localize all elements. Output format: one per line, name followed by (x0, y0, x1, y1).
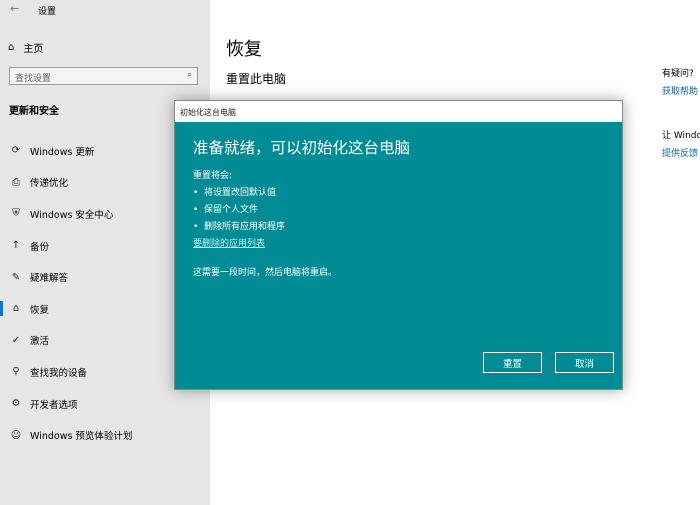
nav-label: Windows 安全中心 (30, 209, 114, 221)
dialog-intro: 重置将会: (193, 171, 233, 181)
nav-label: 开发者选项 (30, 399, 78, 411)
nav-label: 备份 (30, 241, 50, 253)
insider-icon: ☺ (10, 429, 22, 441)
location-icon: ⚲ (12, 366, 20, 378)
backup-icon: ↑ (11, 240, 21, 252)
feedback-link[interactable]: 提供反馈 (662, 146, 698, 159)
search-input[interactable]: 查找设置 ⌕ (9, 67, 198, 85)
nav-label: Windows 更新 (30, 146, 95, 158)
feedback-label: 让 Windows (662, 131, 700, 141)
home-icon: ⌂ (8, 42, 15, 53)
shield-icon: ⛨ (12, 208, 20, 220)
bullet-text: 保留个人文件 (204, 205, 259, 215)
apps-to-remove-link[interactable]: 要删除的应用列表 (193, 236, 604, 253)
section-heading: 更新和安全 (9, 106, 59, 117)
check-circle-icon: ✓ (11, 334, 21, 346)
bullet-text: 将设置改回默认值 (204, 188, 277, 198)
nav-label: 恢复 (30, 304, 50, 316)
nav-label: 激活 (30, 336, 50, 348)
developer-icon: ⚙ (11, 398, 21, 410)
recovery-icon: ⌂ (12, 303, 20, 315)
refresh-icon: ⟳ (11, 145, 21, 157)
home-label: 主页 (23, 44, 44, 55)
section-title: 重置此电脑 (226, 72, 287, 86)
dialog-heading: 准备就绪，可以初始化这台电脑 (193, 139, 411, 157)
nav-label: 疑难解答 (30, 273, 69, 285)
page-title: 恢复 (226, 39, 262, 60)
sidebar-item-developer[interactable]: ⚙ 开发者选项 (0, 388, 210, 420)
search-icon: ⌕ (186, 70, 192, 80)
bullet-item: • 删除所有应用和程序 (193, 222, 286, 232)
home-link[interactable]: ⌂ 主页 (8, 40, 43, 55)
back-button[interactable]: ← (10, 2, 19, 15)
dialog-title: 初始化这台电脑 (175, 101, 622, 122)
bullet-item: • 保留个人文件 (193, 205, 259, 215)
nav-label: 传递优化 (30, 178, 69, 190)
bullet-text: 删除所有应用和程序 (204, 222, 286, 232)
search-placeholder: 查找设置 (15, 74, 52, 84)
reset-dialog: 初始化这台电脑 准备就绪，可以初始化这台电脑 重置将会: • 将设置改回默认值 … (174, 100, 623, 390)
cancel-button[interactable]: 取消 (555, 352, 614, 373)
nav-label: 查找我的设备 (30, 367, 88, 379)
wrench-icon: ✎ (11, 271, 21, 283)
nav-label: Windows 预览体验计划 (30, 431, 133, 443)
dialog-note: 这需要一段时间，然后电脑将重启。 (193, 268, 338, 278)
reset-button[interactable]: 重置 (483, 352, 542, 373)
sidebar-item-insider[interactable]: ☺ Windows 预览体验计划 (0, 419, 210, 451)
app-title: 设置 (38, 7, 57, 17)
bullet-item: • 将设置改回默认值 (193, 188, 277, 198)
title-bar: ← 设置 (0, 0, 210, 18)
question-label: 有疑问? (662, 69, 694, 79)
get-help-link[interactable]: 获取帮助 (662, 84, 698, 97)
delivery-icon: ⎙ (12, 176, 20, 188)
